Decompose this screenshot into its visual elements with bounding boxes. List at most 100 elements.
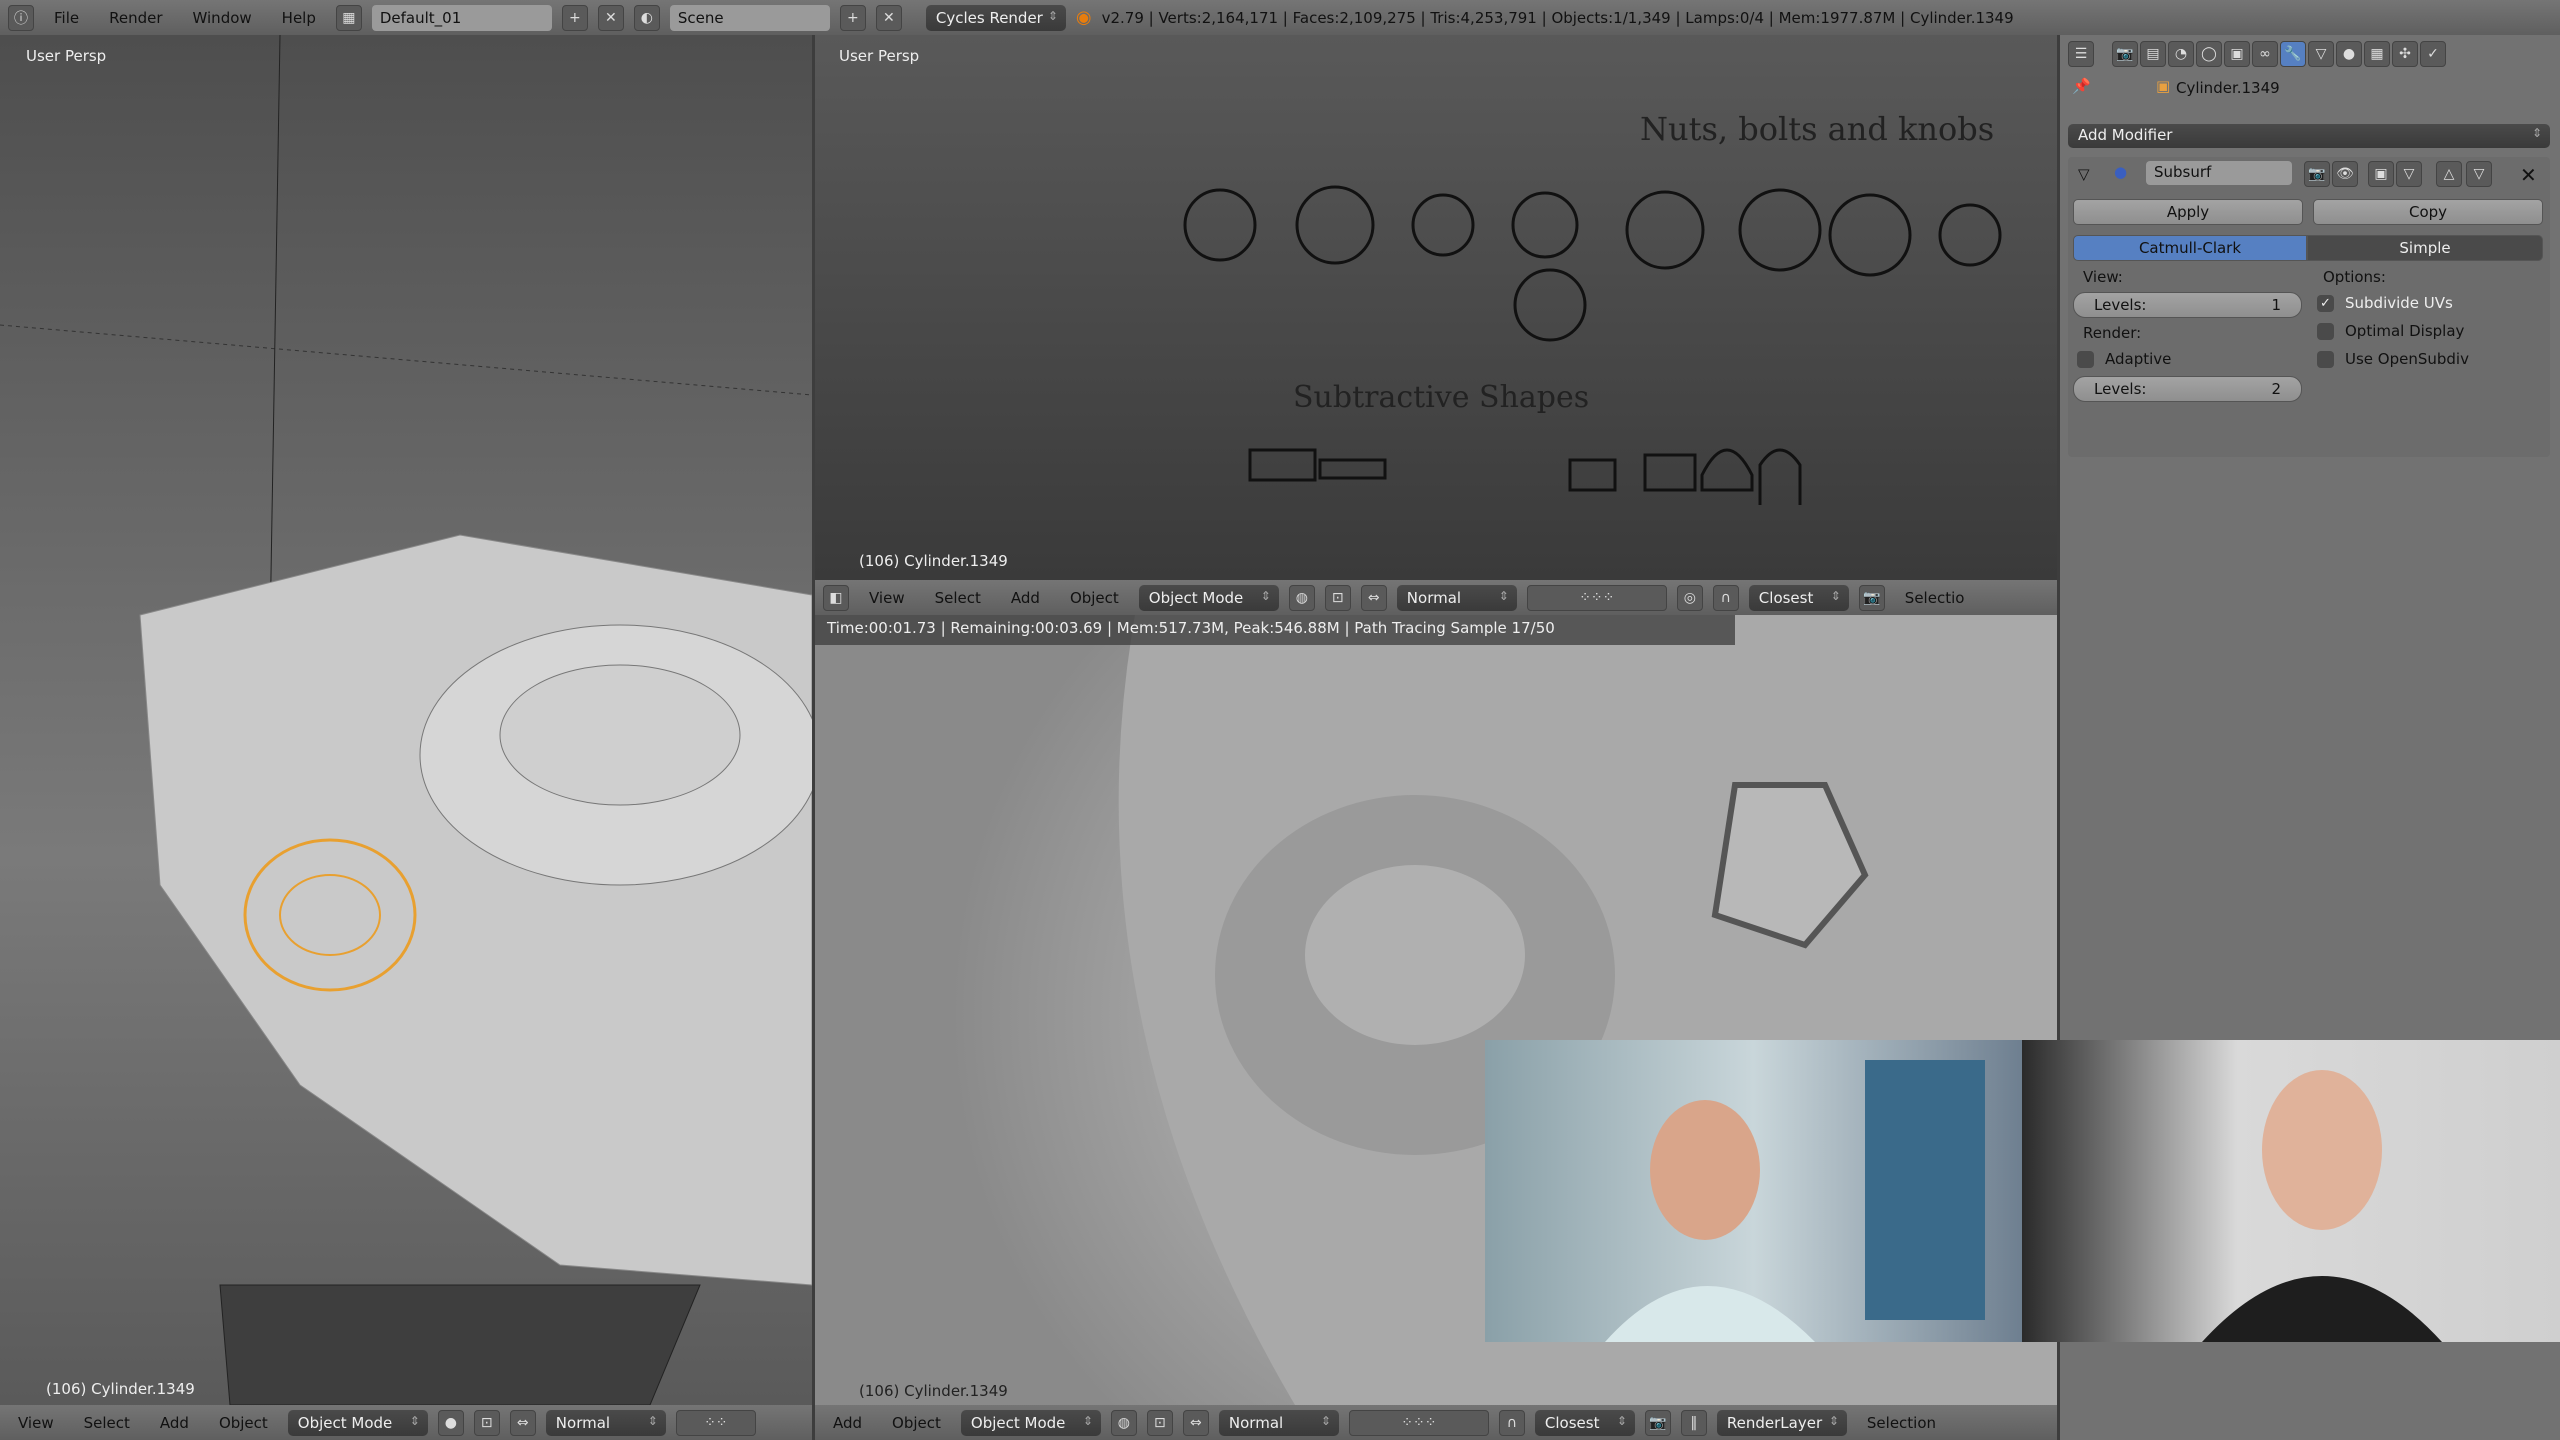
menu-add[interactable]: Add xyxy=(823,1414,872,1432)
menu-add[interactable]: Add xyxy=(150,1414,199,1432)
subdivide-uvs-checkbox[interactable]: ✓ xyxy=(2317,295,2334,312)
pivot-icon[interactable]: ⊡ xyxy=(473,1409,500,1436)
snap-icon[interactable]: ∩ xyxy=(1712,584,1739,611)
editor-type-icon[interactable]: ☰ xyxy=(2068,41,2094,67)
proportional-icon[interactable]: ◎ xyxy=(1676,584,1703,611)
orientation-dropdown[interactable]: Normal xyxy=(545,1409,666,1436)
top-menu-bar: ⓘ File Render Window Help ▦ Default_01 +… xyxy=(0,0,2560,35)
orientation-dropdown[interactable]: Normal xyxy=(1218,1409,1339,1436)
scene-tab-icon[interactable]: ◔ xyxy=(2168,41,2194,67)
pivot-icon[interactable]: ⊡ xyxy=(1146,1409,1173,1436)
menu-help[interactable]: Help xyxy=(272,9,326,27)
render-layer-dropdown[interactable]: RenderLayer xyxy=(1716,1409,1847,1436)
remove-modifier-icon[interactable]: ✕ xyxy=(2520,163,2537,187)
orientation-dropdown[interactable]: Normal xyxy=(1396,584,1517,611)
editor-type-icon[interactable]: ◧ xyxy=(823,584,849,611)
add-modifier-dropdown[interactable]: Add Modifier xyxy=(2068,124,2550,148)
modifiers-tab-icon[interactable]: 🔧 xyxy=(2280,41,2306,67)
add-icon[interactable]: + xyxy=(561,4,588,31)
simple-toggle[interactable]: Simple xyxy=(2307,235,2543,261)
menu-file[interactable]: File xyxy=(44,9,89,27)
menu-view[interactable]: View xyxy=(859,589,915,607)
texture-tab-icon[interactable]: ▦ xyxy=(2364,41,2390,67)
mode-dropdown[interactable]: Object Mode xyxy=(1138,584,1279,611)
close-icon[interactable]: ✕ xyxy=(597,4,624,31)
manipulator-icon[interactable]: ⇔ xyxy=(509,1409,536,1436)
menu-object[interactable]: Object xyxy=(1060,589,1129,607)
view-levels-field[interactable]: Levels: 1 xyxy=(2073,292,2302,318)
info-editor-icon[interactable]: ⓘ xyxy=(8,4,34,31)
scene-field[interactable]: Scene xyxy=(669,4,830,31)
snap-target-dropdown[interactable]: Closest xyxy=(1534,1409,1635,1436)
layers-icon[interactable]: ⁘⁘ xyxy=(675,1409,756,1436)
render-levels-field[interactable]: Levels: 2 xyxy=(2073,376,2302,402)
object-cube-icon: ▣ xyxy=(2156,77,2171,95)
modifier-name-field[interactable]: Subsurf xyxy=(2146,161,2292,185)
render-icon[interactable]: 📷 xyxy=(1858,584,1885,611)
catmull-clark-toggle[interactable]: Catmull-Clark xyxy=(2073,235,2307,261)
adaptive-label: Adaptive xyxy=(2105,350,2172,368)
move-up-icon[interactable]: △ xyxy=(2436,161,2462,187)
scene-stats: v2.79 | Verts:2,164,171 | Faces:2,109,27… xyxy=(1101,8,2014,27)
collapse-icon[interactable]: ▽ xyxy=(2078,165,2090,183)
particles-tab-icon[interactable]: ✣ xyxy=(2392,41,2418,67)
editmode-toggle-icon[interactable]: ▣ xyxy=(2368,161,2394,187)
menu-object[interactable]: Object xyxy=(882,1414,951,1432)
render-engine-dropdown[interactable]: Cycles Render xyxy=(925,4,1066,31)
options-label: Options: xyxy=(2323,268,2386,286)
levels-value: 2 xyxy=(2271,380,2281,398)
render-viewport-header: Add Object Object Mode ◍ ⊡ ⇔ Normal ⁘⁘⁘ … xyxy=(815,1405,2057,1440)
adaptive-checkbox[interactable] xyxy=(2077,351,2094,368)
render-layers-tab-icon[interactable]: ▤ xyxy=(2140,41,2166,67)
webcam-right xyxy=(2022,1040,2560,1342)
object-label: (106) Cylinder.1349 xyxy=(859,1382,1008,1400)
menu-select[interactable]: Select xyxy=(925,589,991,607)
blender-logo-icon: ◉ xyxy=(1075,7,1092,28)
pivot-icon[interactable]: ⊡ xyxy=(1324,584,1351,611)
menu-select[interactable]: Select xyxy=(74,1414,140,1432)
viewport-toggle-icon[interactable]: 👁 xyxy=(2332,161,2358,187)
constraints-tab-icon[interactable]: ∞ xyxy=(2252,41,2278,67)
manipulator-icon[interactable]: ⇔ xyxy=(1360,584,1387,611)
optimal-display-checkbox[interactable] xyxy=(2317,323,2334,340)
render-icon[interactable]: 📷 xyxy=(1644,1409,1671,1436)
menu-object[interactable]: Object xyxy=(209,1414,278,1432)
pause-icon[interactable]: ‖ xyxy=(1680,1409,1707,1436)
object-tab-icon[interactable]: ▣ xyxy=(2224,41,2250,67)
shading-icon[interactable]: ◍ xyxy=(1288,584,1315,611)
use-opensubdiv-checkbox[interactable] xyxy=(2317,351,2334,368)
webcam-left xyxy=(1485,1040,2022,1342)
move-down-icon[interactable]: ▽ xyxy=(2466,161,2492,187)
menu-window[interactable]: Window xyxy=(183,9,262,27)
physics-tab-icon[interactable]: ✓ xyxy=(2420,41,2446,67)
world-tab-icon[interactable]: ◯ xyxy=(2196,41,2222,67)
left-3d-viewport[interactable]: User Persp (106) Cylinder.1349 xyxy=(0,35,812,1405)
layers-icon[interactable]: ⁘⁘⁘ xyxy=(1526,584,1667,611)
top-3d-viewport[interactable]: User Persp Nuts, bolts and knobs Subtrac… xyxy=(815,35,2057,580)
copy-button[interactable]: Copy xyxy=(2313,199,2543,225)
data-tab-icon[interactable]: ▽ xyxy=(2308,41,2334,67)
manipulator-icon[interactable]: ⇔ xyxy=(1182,1409,1209,1436)
screen-layout-icon[interactable]: ▦ xyxy=(335,4,362,31)
screen-layout-field[interactable]: Default_01 xyxy=(371,4,552,31)
scene-icon[interactable]: ◐ xyxy=(633,4,660,31)
snap-icon[interactable]: ∩ xyxy=(1498,1409,1525,1436)
menu-view[interactable]: View xyxy=(8,1414,64,1432)
cage-toggle-icon[interactable]: ▽ xyxy=(2396,161,2422,187)
add-icon[interactable]: + xyxy=(839,4,866,31)
mode-dropdown[interactable]: Object Mode xyxy=(960,1409,1101,1436)
shading-icon[interactable]: ◍ xyxy=(1110,1409,1137,1436)
snap-target-dropdown[interactable]: Closest xyxy=(1748,584,1849,611)
render-toggle-icon[interactable]: 📷 xyxy=(2304,161,2330,187)
layers-icon[interactable]: ⁘⁘⁘ xyxy=(1348,1409,1489,1436)
menu-add[interactable]: Add xyxy=(1001,589,1050,607)
view-label: View: xyxy=(2083,268,2123,286)
apply-button[interactable]: Apply xyxy=(2073,199,2303,225)
mode-dropdown[interactable]: Object Mode xyxy=(287,1409,428,1436)
pin-icon[interactable]: 📌 xyxy=(2072,77,2091,95)
close-icon[interactable]: ✕ xyxy=(875,4,902,31)
render-tab-icon[interactable]: 📷 xyxy=(2112,41,2138,67)
menu-render[interactable]: Render xyxy=(99,9,172,27)
material-tab-icon[interactable]: ● xyxy=(2336,41,2362,67)
shading-icon[interactable]: ● xyxy=(437,1409,464,1436)
